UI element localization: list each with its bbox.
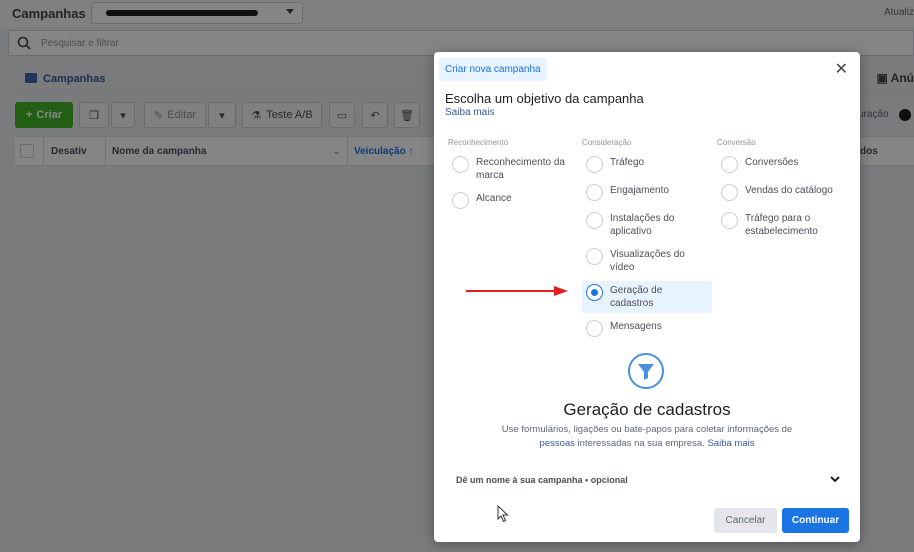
radio-button[interactable] xyxy=(586,212,603,229)
option-label: Mensagens xyxy=(610,321,662,332)
objective-option-app-installs[interactable]: Instalações do aplicativo xyxy=(582,209,712,241)
description-text: Use formulários, ligações ou bate-papos … xyxy=(501,424,793,435)
mouse-cursor-icon xyxy=(497,505,509,523)
objective-option-engagement[interactable]: Engajamento xyxy=(582,181,712,205)
option-label: Instalações do aplicativo xyxy=(610,213,675,237)
learn-more-link[interactable]: Saiba mais xyxy=(445,107,494,118)
radio-button-selected[interactable] xyxy=(586,284,603,301)
objective-option-store-traffic[interactable]: Tráfego para o estabelecimento xyxy=(717,209,847,241)
column-title: Consideração xyxy=(582,138,632,147)
radio-button[interactable] xyxy=(586,320,603,337)
option-label: Tráfego xyxy=(610,157,645,168)
radio-button[interactable] xyxy=(721,156,738,173)
radio-button[interactable] xyxy=(452,192,469,209)
objective-detail-description: Use formulários, ligações ou bate-papos … xyxy=(484,423,810,451)
objective-option-catalog-sales[interactable]: Vendas do catálogo xyxy=(717,181,847,205)
learn-more-link[interactable]: Saiba mais xyxy=(707,438,754,449)
chevron-down-icon[interactable] xyxy=(829,474,841,487)
objective-option-traffic[interactable]: Tráfego xyxy=(582,153,712,177)
annotation-arrow-icon xyxy=(466,286,568,296)
campaign-name-label: Dê um nome à sua campanha • opcional xyxy=(456,475,628,485)
objective-option-video-views[interactable]: Visualizações do vídeo xyxy=(582,245,712,277)
option-label: Tráfego para o estabelecimento xyxy=(745,213,818,237)
column-title: Reconhecimento xyxy=(448,138,509,147)
radio-button[interactable] xyxy=(452,156,469,173)
objective-option-reach[interactable]: Alcance xyxy=(448,189,578,213)
continue-button[interactable]: Continuar xyxy=(782,508,849,533)
objective-option-lead-generation[interactable]: Geração de cadastros xyxy=(582,281,712,313)
campaign-name-expander[interactable]: Dê um nome à sua campanha • opcional xyxy=(445,470,849,490)
radio-button[interactable] xyxy=(586,184,603,201)
radio-button[interactable] xyxy=(586,156,603,173)
funnel-icon xyxy=(628,353,664,389)
option-label: Visualizações do vídeo xyxy=(610,249,685,273)
option-label: Engajamento xyxy=(610,185,669,196)
objective-column-awareness: Reconhecimento Reconhecimento da marca A… xyxy=(448,138,578,217)
radio-button[interactable] xyxy=(586,248,603,265)
objective-column-consideration: Consideração Tráfego Engajamento Instala… xyxy=(582,138,712,345)
option-label: Alcance xyxy=(476,193,512,204)
objective-option-brand-awareness[interactable]: Reconhecimento da marca xyxy=(448,153,578,185)
objective-option-messages[interactable]: Mensagens xyxy=(582,317,712,341)
option-label: Vendas do catálogo xyxy=(745,185,833,196)
option-label: Geração de cadastros xyxy=(610,285,663,309)
option-label: Reconhecimento da marca xyxy=(476,157,565,181)
option-label: Conversões xyxy=(745,157,799,168)
cancel-button[interactable]: Cancelar xyxy=(714,508,777,533)
objective-detail-title: Geração de cadastros xyxy=(563,400,731,419)
dialog-heading: Escolha um objetivo da campanha xyxy=(445,91,644,106)
dialog-tag: Criar nova campanha xyxy=(439,58,547,81)
radio-button[interactable] xyxy=(721,184,738,201)
close-icon[interactable]: ✕ xyxy=(835,62,848,78)
people-link[interactable]: pessoas xyxy=(540,438,575,449)
objective-option-conversions[interactable]: Conversões xyxy=(717,153,847,177)
radio-button[interactable] xyxy=(721,212,738,229)
description-text: interessadas na sua empresa. xyxy=(574,438,708,449)
objective-column-conversion: Conversão Conversões Vendas do catálogo … xyxy=(717,138,847,245)
column-title: Conversão xyxy=(717,138,756,147)
